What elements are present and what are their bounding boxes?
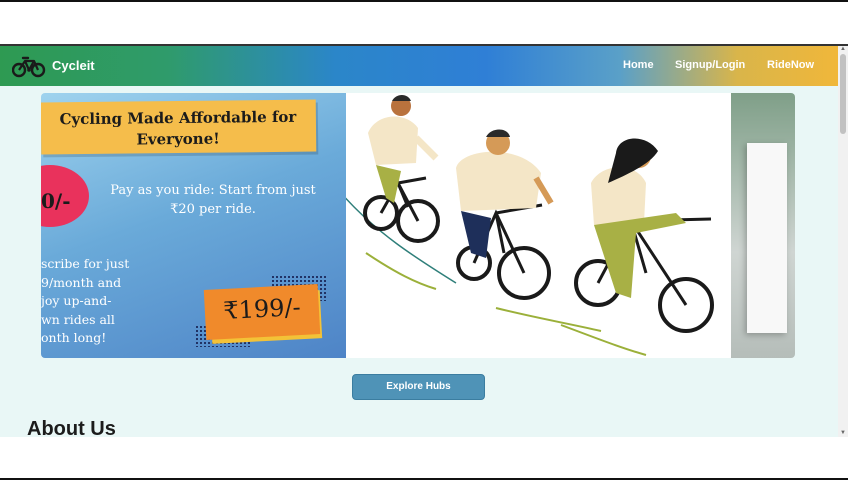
browser-frame: Cycleit Home Signup/Login RideNow Cyclin… <box>0 0 848 480</box>
subscription-line: joy up-and- <box>41 293 112 308</box>
brand-name[interactable]: Cycleit <box>52 58 95 73</box>
pay-per-ride-text: Pay as you ride: Start from just ₹20 per… <box>110 183 316 217</box>
explore-hubs-button[interactable]: Explore Hubs <box>352 374 485 400</box>
page-viewport: Cycleit Home Signup/Login RideNow Cyclin… <box>0 44 848 437</box>
subscription-line: wn rides all <box>41 311 115 327</box>
scroll-up-icon[interactable]: ▲ <box>840 46 846 52</box>
next-slide-preview <box>731 93 795 358</box>
scroll-down-icon[interactable]: ▼ <box>840 430 846 436</box>
nav-home[interactable]: Home <box>623 59 654 71</box>
cyclists-illustration-art <box>340 95 714 356</box>
cyclists-illustration <box>340 93 731 358</box>
nav-signup-login[interactable]: Signup/Login <box>675 59 745 71</box>
subscription-line: onth long! <box>41 330 107 345</box>
headline-banner: Cycling Made Affordable for Everyone! <box>41 99 317 155</box>
subscription-line: 9/month and <box>41 274 122 290</box>
top-border <box>0 0 848 2</box>
preview-card <box>747 143 787 333</box>
subscription-line: scribe for just <box>41 256 130 271</box>
promo-slide: Cycling Made Affordable for Everyone! 0/… <box>41 93 346 358</box>
price-value: ₹199/- <box>222 292 302 326</box>
vertical-scrollbar[interactable]: ▲ ▼ <box>838 46 848 437</box>
bicycle-logo-icon[interactable] <box>12 54 46 78</box>
badge-price: 0/- <box>41 189 71 213</box>
subscription-text: scribe for just 9/month and joy up-and- … <box>41 255 161 348</box>
about-us-heading: About Us <box>27 418 116 437</box>
hero-carousel[interactable]: Cycling Made Affordable for Everyone! 0/… <box>41 93 795 358</box>
scroll-thumb[interactable] <box>840 54 846 134</box>
headline-text: Cycling Made Affordable for Everyone! <box>59 107 297 149</box>
nav-ridenow[interactable]: RideNow <box>767 59 814 71</box>
navbar: Cycleit Home Signup/Login RideNow <box>0 46 838 86</box>
